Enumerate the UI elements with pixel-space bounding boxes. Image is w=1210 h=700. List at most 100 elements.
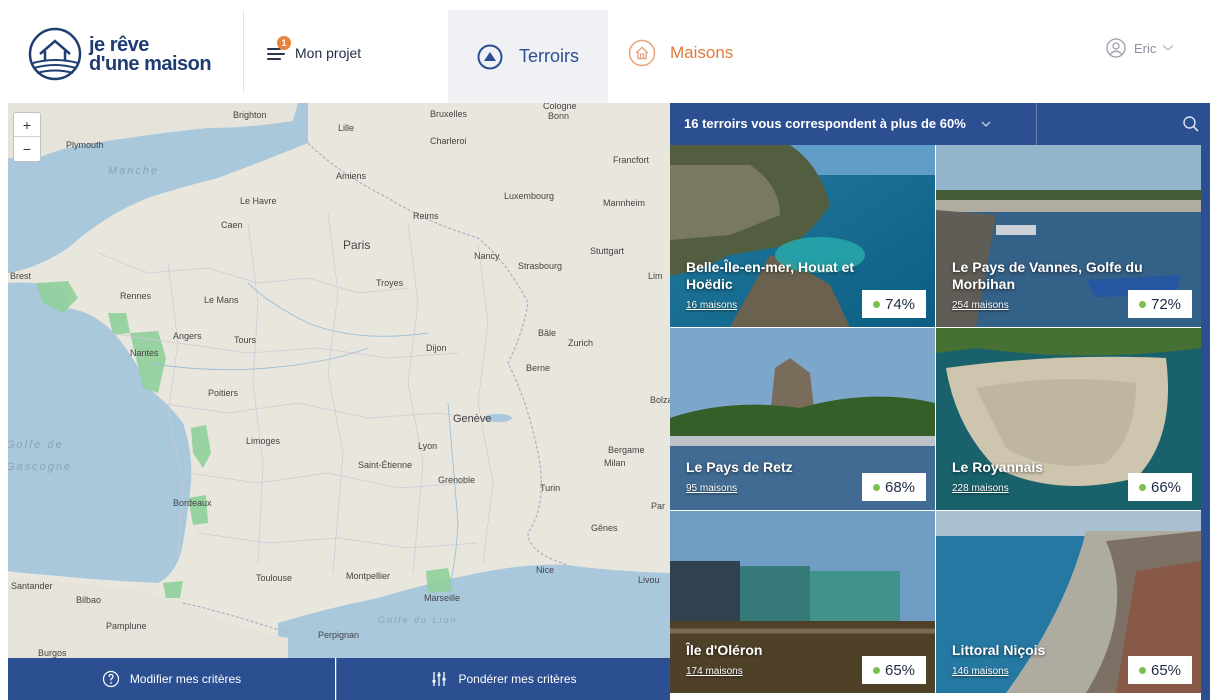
city-label: Livou [638,575,660,585]
house-icon [628,39,656,67]
sea-label: Golfe de [8,439,64,451]
house-count-link[interactable]: 146 maisons [952,666,1009,677]
city-label: Bergame [608,445,645,455]
results-title: 16 terroirs vous correspondent à plus de… [684,116,966,131]
modify-criteria-label: Modifier mes critères [129,672,242,686]
sea-label: Gascogne [8,461,73,473]
terroir-name: Le Pays de Retz [686,459,793,475]
chevron-down-icon [1162,45,1174,51]
terroir-name: Le Pays de Vannes, Golfe du Morbihan [952,259,1143,292]
match-dot-icon [1138,483,1146,491]
city-label: Pamplune [106,621,147,631]
tab-maisons[interactable]: Maisons [628,30,733,76]
match-score-badge: 65% [862,656,926,684]
city-label: Berne [526,363,551,373]
city-label: Lyon [418,441,438,451]
match-dot-icon [872,666,880,674]
match-dot-icon [872,300,880,308]
city-label: Nice [536,565,555,575]
terroir-card[interactable]: Littoral Niçois 146 maisons 65% [936,511,1201,693]
city-label: Cologne [543,103,577,111]
house-count-link[interactable]: 95 maisons [686,483,737,494]
terroir-name: Le Royannais [952,459,1044,475]
house-count-link[interactable]: 16 maisons [686,300,737,311]
results-filter-dropdown[interactable]: 16 terroirs vous correspondent à plus de… [684,116,991,131]
city-label: Plymouth [66,140,104,150]
city-label: Gênes [591,523,618,533]
match-score-badge: 66% [1128,473,1192,501]
terroir-mountain-icon [477,44,503,69]
user-menu[interactable]: Eric [1106,38,1174,58]
terroir-map[interactable]: + − Plymouth Manche Brighton Lille Bruxe… [8,103,670,658]
zoom-in-button[interactable]: + [14,113,40,137]
terroir-card[interactable]: Le Pays de Retz 95 maisons 68% [670,328,935,510]
match-score-badge: 72% [1128,290,1192,318]
tab-terroirs[interactable]: Terroirs [448,10,608,103]
city-label: Bâle [538,328,557,338]
city-label: Bruxelles [430,109,468,119]
city-label: Limoges [246,436,281,446]
terroir-card[interactable]: Île d'Oléron 174 maisons 65% [670,511,935,693]
city-label: Brighton [233,110,267,120]
city-label: Lim [648,271,663,281]
city-label: Bilbao [76,595,102,605]
terroir-card[interactable]: Le Royannais 228 maisons 66% [936,328,1201,510]
city-label: Strasbourg [518,261,563,271]
match-score-badge: 68% [862,473,926,501]
zoom-out-button[interactable]: − [14,137,40,161]
brand-logo[interactable]: je rêve d'une maison [28,27,228,82]
match-score: 72% [1150,295,1182,313]
tab-terroirs-label: Terroirs [518,46,579,66]
city-label: Toulouse [256,573,293,583]
city-label: Luxembourg [504,191,555,201]
match-score: 65% [1150,661,1182,679]
city-label: Troyes [376,278,404,288]
city-label: Nantes [130,348,159,358]
match-score: 74% [884,295,916,313]
terroir-card[interactable]: Le Pays de Vannes, Golfe du Morbihan 254… [936,145,1201,327]
city-label: Bordeaux [173,498,212,508]
criteria-help-icon [102,670,119,688]
house-count-link[interactable]: 228 maisons [952,483,1009,494]
city-label: Marseille [424,593,461,603]
header-separator [1036,103,1037,145]
nav-mon-projet[interactable]: 1 Mon projet [267,36,362,68]
sea-label: Golfe du Lion [378,615,458,625]
nav-mon-projet-label: Mon projet [295,45,362,61]
terroir-name: Littoral Niçois [952,642,1046,658]
terroir-card[interactable]: Belle-Île-en-mer, Houat et Hoëdic 16 mai… [670,145,935,327]
city-label: Brest [10,271,32,281]
search-icon[interactable] [1182,115,1200,133]
house-logo-icon [28,27,82,81]
chevron-down-icon [981,121,991,127]
city-label: Turin [540,483,561,493]
match-dot-icon [1138,300,1146,308]
match-score: 68% [884,478,916,496]
city-label: Rennes [120,291,152,301]
city-label: Charleroi [430,136,467,146]
tab-maisons-label: Maisons [670,43,734,62]
city-label: Santander [11,581,53,591]
city-label: Perpignan [318,630,360,640]
brand-line-2: d'une maison [89,52,212,75]
city-label: Saint-Étienne [358,460,413,470]
match-score-badge: 65% [1128,656,1192,684]
city-label: Dijon [426,343,447,353]
brand-line-1: je rêve [89,33,149,56]
city-label: Montpellier [346,571,391,581]
city-label: Par [651,501,666,511]
modify-criteria-button[interactable]: Modifier mes critères [8,658,335,700]
city-label: Grenoble [438,475,476,485]
map-canvas [8,103,670,658]
city-label: Angers [173,331,202,341]
weight-criteria-button[interactable]: Pondérer mes critères [336,658,670,700]
results-scrollbar[interactable] [1201,145,1210,700]
brand-name: je rêve d'une maison [89,33,212,75]
house-count-link[interactable]: 174 maisons [686,666,743,677]
match-dot-icon [872,483,880,491]
house-count-link[interactable]: 254 maisons [952,300,1009,311]
header-divider [243,10,244,93]
city-label: Amiens [336,171,367,181]
zoom-control: + − [13,112,41,162]
match-score: 65% [884,661,916,679]
